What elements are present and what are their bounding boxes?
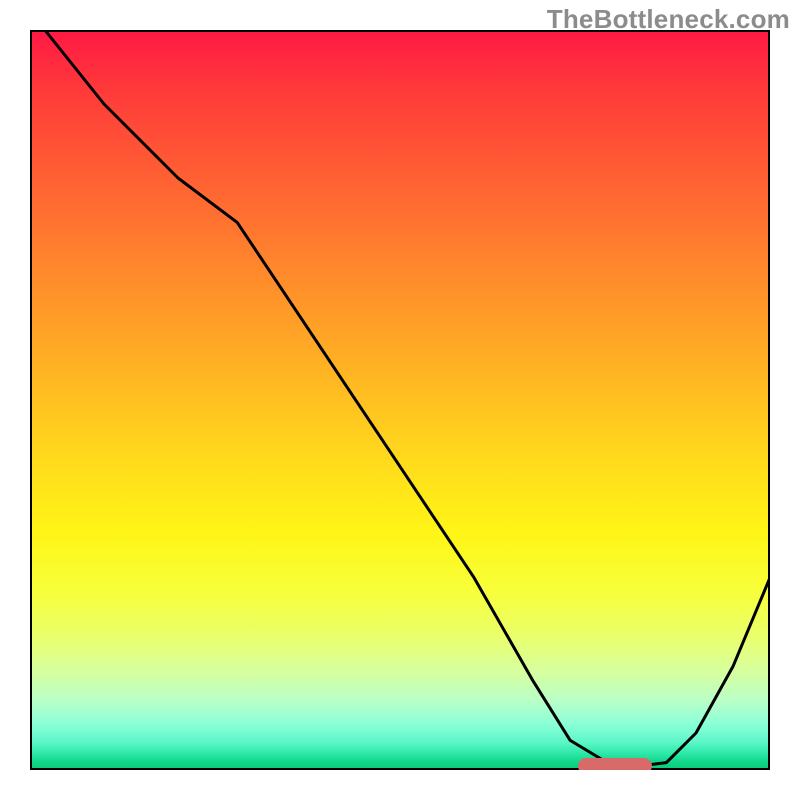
optimal-range-marker (578, 758, 652, 770)
plot-area (30, 30, 770, 770)
chart-frame: TheBottleneck.com (0, 0, 800, 800)
bottleneck-curve (30, 30, 770, 770)
curve-path (45, 30, 770, 766)
